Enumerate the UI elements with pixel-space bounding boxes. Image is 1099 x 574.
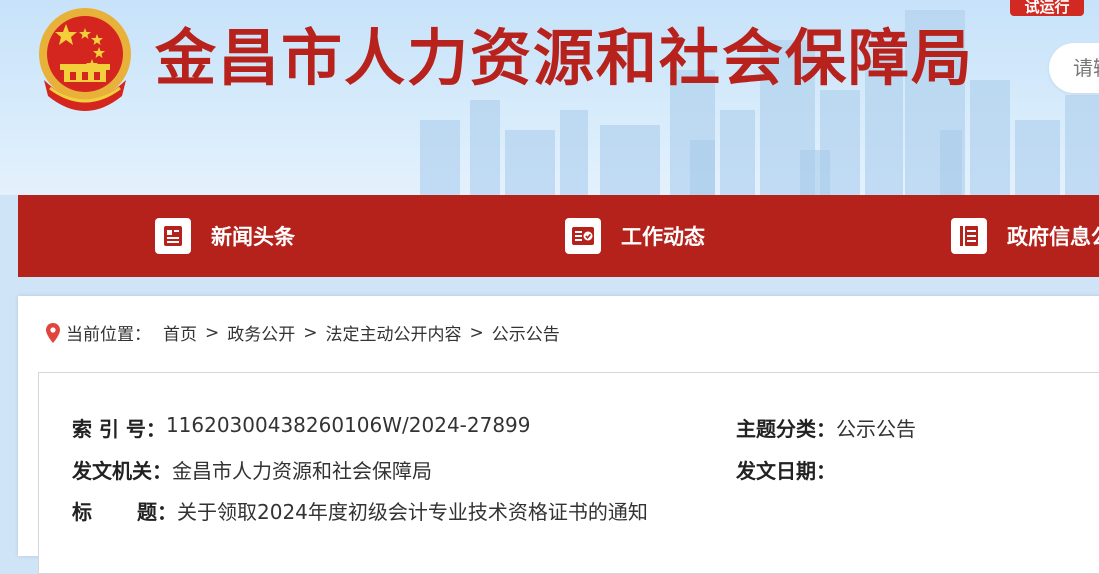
article-panel: 当前位置： 首页 > 政务公开 > 法定主动公开内容 > 公示公告 索 引 号：… xyxy=(18,296,1099,574)
newspaper-icon xyxy=(155,218,191,254)
location-pin-icon xyxy=(46,322,60,343)
breadcrumb-home[interactable]: 首页 xyxy=(163,320,197,345)
nav-item-label: 政府信息公开 xyxy=(1007,225,1099,249)
meta-topic-category: 主题分类： 公示公告 xyxy=(736,413,916,442)
breadcrumb: 当前位置： 首页 > 政务公开 > 法定主动公开内容 > 公示公告 xyxy=(46,320,560,345)
national-emblem-logo xyxy=(39,8,131,111)
main-nav: 新闻头条 工作动态 政府信息公开 xyxy=(18,195,1099,277)
meta-value: 公示公告 xyxy=(836,417,916,441)
nav-item-news-headlines[interactable]: 新闻头条 xyxy=(155,195,295,277)
meta-label: 发文机关： xyxy=(72,459,172,483)
meta-value: 关于领取2024年度初级会计专业技术资格证书的通知 xyxy=(177,500,648,524)
meta-issue-date: 发文日期： xyxy=(736,455,836,484)
site-title: 金昌市人力资源和社会保障局 xyxy=(155,23,975,94)
search-box[interactable] xyxy=(1049,43,1099,93)
breadcrumb-separator: > xyxy=(469,322,484,343)
nav-item-label: 新闻头条 xyxy=(211,225,295,249)
meta-label: 索 引 号： xyxy=(72,417,166,441)
nav-item-work-updates[interactable]: 工作动态 xyxy=(565,195,705,277)
breadcrumb-public-notice[interactable]: 公示公告 xyxy=(492,320,560,345)
checklist-icon xyxy=(565,218,601,254)
trial-run-badge: 试运行 xyxy=(1010,0,1084,16)
search-input[interactable] xyxy=(1073,53,1099,83)
document-metadata-table: 索 引 号： 11620300438260106W/2024-27899 主题分… xyxy=(38,372,1099,574)
breadcrumb-label: 当前位置： xyxy=(66,325,151,345)
site-header: 金昌市人力资源和社会保障局 试运行 xyxy=(0,0,1099,195)
breadcrumb-statutory-disclosure[interactable]: 法定主动公开内容 xyxy=(326,320,462,345)
meta-issuing-authority: 发文机关： 金昌市人力资源和社会保障局 xyxy=(72,455,432,484)
meta-label: 发文日期： xyxy=(736,459,836,483)
meta-value: 11620300438260106W/2024-27899 xyxy=(165,413,531,437)
breadcrumb-gov-affairs[interactable]: 政务公开 xyxy=(227,320,295,345)
nav-item-label: 工作动态 xyxy=(621,225,705,249)
meta-title: 标题： 关于领取2024年度初级会计专业技术资格证书的通知 xyxy=(72,496,648,525)
breadcrumb-separator: > xyxy=(303,322,318,343)
meta-label: 主题分类： xyxy=(736,417,836,441)
nav-item-gov-info-disclosure[interactable]: 政府信息公开 xyxy=(951,195,1099,277)
meta-index-number: 索 引 号： 11620300438260106W/2024-27899 xyxy=(72,413,531,442)
meta-value: 金昌市人力资源和社会保障局 xyxy=(172,459,432,483)
meta-label: 标题： xyxy=(72,500,177,524)
list-icon xyxy=(951,218,987,254)
breadcrumb-separator: > xyxy=(205,322,220,343)
